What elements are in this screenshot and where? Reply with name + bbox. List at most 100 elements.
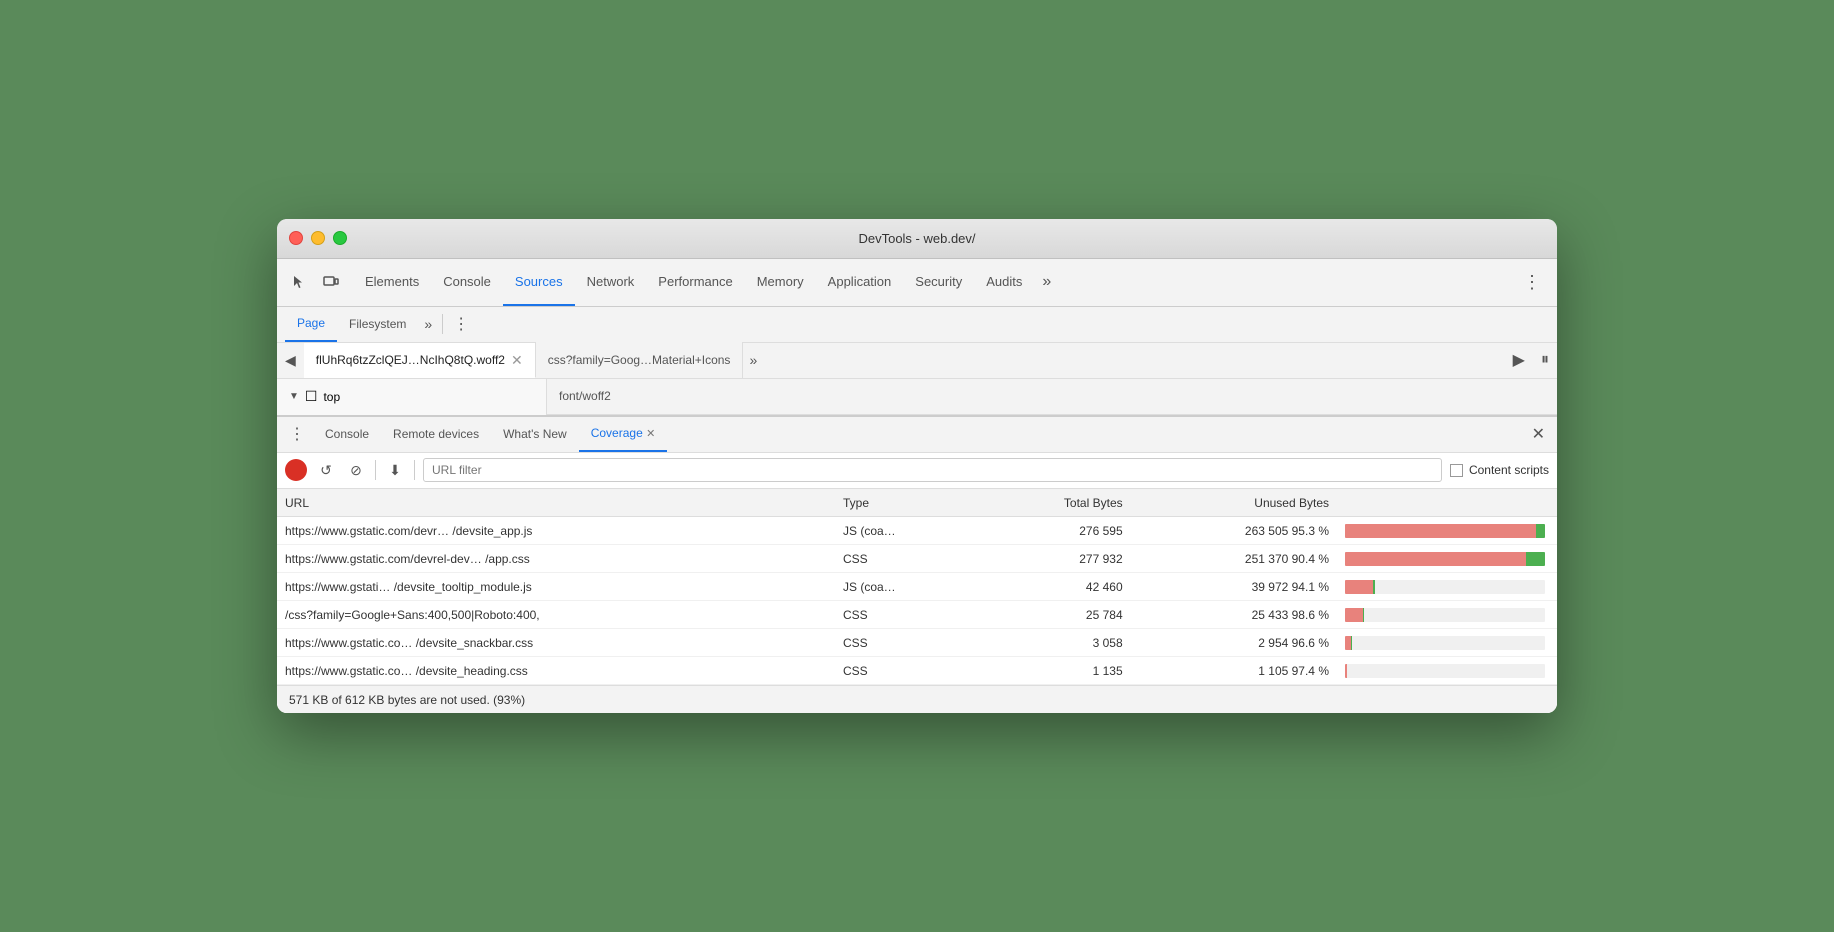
content-scripts-label[interactable]: Content scripts [1450, 463, 1549, 477]
tab-performance[interactable]: Performance [646, 258, 744, 306]
panel-toggle-button[interactable]: ◀ [277, 342, 304, 378]
file-tabs-bar: ◀ flUhRq6tzZclQEJ…NcIhQ8tQ.woff2 ✕ css?f… [277, 343, 1557, 379]
toolbar-icons [285, 268, 345, 296]
used-bar [1536, 524, 1545, 538]
coverage-table: URL Type Total Bytes Unused Bytes https:… [277, 489, 1557, 686]
table-row[interactable]: https://www.gstati… /devsite_tooltip_mod… [277, 573, 1557, 601]
tree-arrow-icon: ▼ [289, 391, 299, 402]
toolbar-divider [375, 460, 376, 480]
tab-elements[interactable]: Elements [353, 258, 431, 306]
bottom-drawer: ⋮ Console Remote devices What's New Cove… [277, 415, 1557, 714]
close-button[interactable] [289, 231, 303, 245]
used-bar [1373, 580, 1375, 594]
usage-bar [1345, 664, 1545, 678]
table-row[interactable]: https://www.gstatic.com/devrel-dev… /app… [277, 545, 1557, 573]
maximize-button[interactable] [333, 231, 347, 245]
more-tabs-button[interactable]: » [1034, 258, 1059, 306]
coverage-reload-button[interactable]: ↺ [315, 459, 337, 481]
main-content-area: ▼ ☐ top font/woff2 [277, 379, 1557, 415]
run-button[interactable]: ▶ [1505, 342, 1533, 378]
table-cell-unused-bytes: 25 433 98.6 % [1131, 601, 1337, 629]
subtab-page[interactable]: Page [285, 306, 337, 342]
subtab-separator [442, 314, 443, 334]
unused-bar [1345, 552, 1526, 566]
devtools-window: DevTools - web.dev/ Elements Console Sou [277, 219, 1557, 714]
coverage-toolbar: ↺ ⊘ ⬇ Content scripts [277, 453, 1557, 489]
tab-security[interactable]: Security [903, 258, 974, 306]
file-tab-woff2[interactable]: flUhRq6tzZclQEJ…NcIhQ8tQ.woff2 ✕ [304, 342, 536, 378]
window-title: DevTools - web.dev/ [858, 231, 975, 246]
table-cell-type: CSS [835, 657, 977, 685]
table-cell-url: https://www.gstati… /devsite_tooltip_mod… [277, 573, 835, 601]
content-scripts-checkbox[interactable] [1450, 464, 1463, 477]
table-cell-bar [1337, 517, 1557, 545]
table-cell-total-bytes: 25 784 [977, 601, 1131, 629]
table-row[interactable]: /css?family=Google+Sans:400,500|Roboto:4… [277, 601, 1557, 629]
content-area: font/woff2 [547, 379, 1557, 415]
table-cell-type: CSS [835, 629, 977, 657]
devtools-tabs-bar: Elements Console Sources Network Perform… [277, 259, 1557, 307]
cursor-icon[interactable] [285, 268, 313, 296]
coverage-record-button[interactable] [285, 459, 307, 481]
table-cell-type: CSS [835, 545, 977, 573]
pause-button[interactable]: ⏸ [1533, 342, 1557, 378]
tab-application[interactable]: Application [816, 258, 904, 306]
coverage-tab-close-btn[interactable]: ✕ [646, 427, 655, 440]
table-cell-total-bytes: 1 135 [977, 657, 1131, 685]
drawer-tab-console[interactable]: Console [313, 416, 381, 452]
table-cell-unused-bytes: 251 370 90.4 % [1131, 545, 1337, 573]
unused-bar [1345, 580, 1373, 594]
drawer-close-button[interactable]: ✕ [1524, 424, 1553, 444]
file-tab-more-button[interactable]: » [743, 352, 763, 368]
unused-bar [1345, 608, 1363, 622]
tab-console[interactable]: Console [431, 258, 503, 306]
devtools-menu-button[interactable]: ⋮ [1515, 258, 1549, 306]
col-total-bytes: Total Bytes [977, 489, 1131, 517]
coverage-download-button[interactable]: ⬇ [384, 459, 406, 481]
table-cell-unused-bytes: 39 972 94.1 % [1131, 573, 1337, 601]
used-bar [1526, 552, 1545, 566]
sources-panel: Page Filesystem » ⋮ ◀ flUhRq6tzZclQEJ…Nc… [277, 307, 1557, 714]
file-tab-css[interactable]: css?family=Goog…Material+Icons [536, 342, 744, 378]
coverage-stop-button[interactable]: ⊘ [345, 459, 367, 481]
tab-memory[interactable]: Memory [745, 258, 816, 306]
device-toggle-icon[interactable] [317, 268, 345, 296]
drawer-tab-remote-devices[interactable]: Remote devices [381, 416, 491, 452]
table-cell-type: JS (coa… [835, 573, 977, 601]
file-tab-close-button[interactable]: ✕ [511, 353, 523, 367]
usage-bar [1345, 580, 1545, 594]
table-cell-url: https://www.gstatic.co… /devsite_snackba… [277, 629, 835, 657]
tab-audits[interactable]: Audits [974, 258, 1034, 306]
table-cell-url: https://www.gstatic.com/devrel-dev… /app… [277, 545, 835, 573]
tab-network[interactable]: Network [575, 258, 647, 306]
subtab-filesystem[interactable]: Filesystem [337, 306, 418, 342]
drawer-tab-whats-new[interactable]: What's New [491, 416, 579, 452]
table-cell-unused-bytes: 263 505 95.3 % [1131, 517, 1337, 545]
font-path-text: font/woff2 [559, 389, 611, 403]
subtab-more-button[interactable]: » [418, 316, 438, 332]
tree-folder-icon: ☐ [305, 388, 318, 405]
usage-bar [1345, 524, 1545, 538]
status-bar-text: 571 KB of 612 KB bytes are not used. (93… [289, 693, 525, 707]
table-cell-bar [1337, 545, 1557, 573]
subtab-dotmenu-button[interactable]: ⋮ [447, 314, 475, 334]
usage-bar [1345, 636, 1545, 650]
url-filter-input[interactable] [423, 458, 1442, 482]
table-cell-total-bytes: 277 932 [977, 545, 1131, 573]
traffic-lights [289, 231, 347, 245]
drawer-tabs-bar: ⋮ Console Remote devices What's New Cove… [277, 417, 1557, 453]
tab-sources[interactable]: Sources [503, 258, 575, 306]
table-cell-total-bytes: 276 595 [977, 517, 1131, 545]
table-row[interactable]: https://www.gstatic.co… /devsite_snackba… [277, 629, 1557, 657]
table-cell-total-bytes: 3 058 [977, 629, 1131, 657]
table-row[interactable]: https://www.gstatic.com/devr… /devsite_a… [277, 517, 1557, 545]
file-tree-top-item[interactable]: ▼ ☐ top [277, 379, 546, 415]
table-cell-bar [1337, 629, 1557, 657]
table-cell-bar [1337, 601, 1557, 629]
drawer-tab-coverage[interactable]: Coverage ✕ [579, 416, 668, 452]
table-row[interactable]: https://www.gstatic.co… /devsite_heading… [277, 657, 1557, 685]
col-url: URL [277, 489, 835, 517]
drawer-dotmenu-button[interactable]: ⋮ [281, 424, 313, 444]
minimize-button[interactable] [311, 231, 325, 245]
usage-bar [1345, 608, 1545, 622]
